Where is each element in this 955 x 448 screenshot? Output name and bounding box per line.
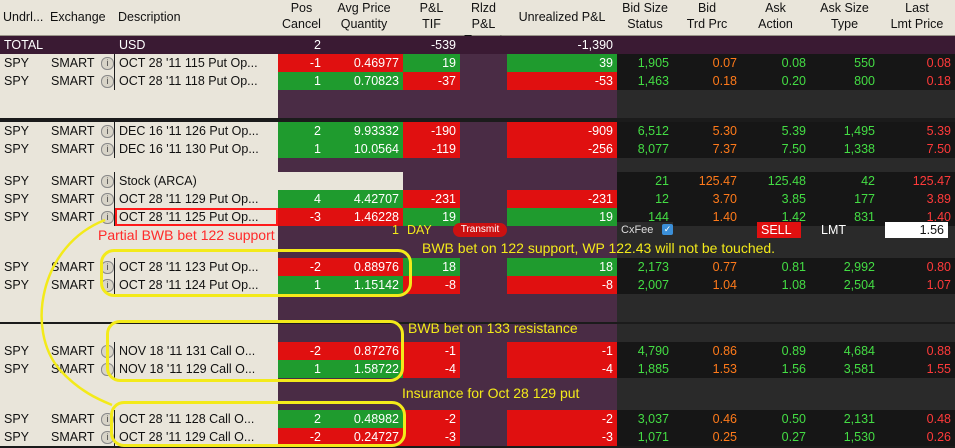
yellow-ring-bwb122: [100, 249, 412, 297]
annotation-bwb-133: BWB bet on 133 resistance: [408, 320, 578, 336]
annotation-insurance: Insurance for Oct 28 129 put: [402, 385, 580, 401]
yellow-ring-bwb133: [106, 320, 404, 382]
yellow-ring-insurance: [110, 401, 406, 447]
annotation-partial-bwb: Partial BWB bet 122 support: [98, 227, 275, 243]
portfolio-grid: Undrl... Exchange Description Pos Cancel Avg …: [0, 0, 955, 448]
yellow-curve-annotation: [40, 218, 113, 407]
annotation-bwb-122: BWB bet on 122 support, WP 122.43 will n…: [422, 240, 776, 256]
